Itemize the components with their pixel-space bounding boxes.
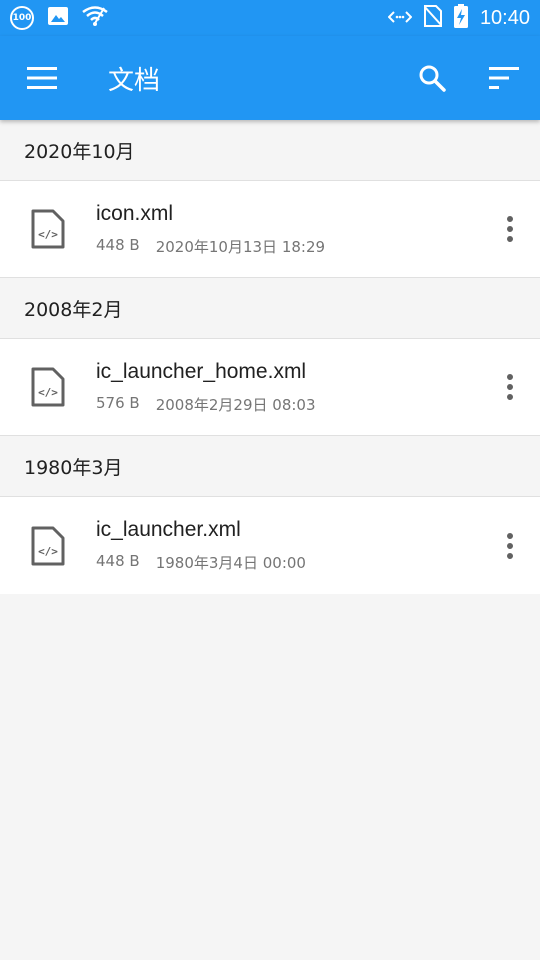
more-options-icon[interactable] — [480, 339, 540, 436]
xml-file-icon: </> — [0, 526, 96, 566]
xml-file-icon: </> — [0, 209, 96, 249]
status-bar: 100 10:40 — [0, 0, 540, 36]
file-size: 576 B — [96, 393, 140, 412]
page-title: 文档 — [108, 65, 161, 96]
file-list: 2020年10月 </> icon.xml 448 B 2020年10月13日 … — [0, 120, 540, 594]
section-header: 1980年3月 — [0, 436, 540, 497]
list-item[interactable]: </> icon.xml 448 B 2020年10月13日 18:29 — [0, 181, 540, 278]
file-size: 448 B — [96, 552, 140, 570]
file-size: 448 B — [96, 235, 140, 254]
file-date: 2020年10月13日 18:29 — [155, 237, 326, 256]
list-item[interactable]: </> ic_launcher_home.xml 576 B 2008年2月29… — [0, 339, 540, 436]
sort-icon[interactable] — [468, 36, 540, 120]
search-icon[interactable] — [396, 36, 468, 120]
status-clock: 10:40 — [479, 6, 530, 29]
menu-icon[interactable] — [0, 36, 84, 120]
xml-file-icon: </> — [0, 367, 96, 407]
more-options-icon[interactable] — [480, 497, 540, 594]
battery-charging-icon — [453, 4, 468, 32]
file-name: ic_launcher.xml — [96, 518, 241, 541]
battery-saver-badge-icon: 100 — [10, 6, 34, 30]
svg-text:</>: </> — [38, 228, 58, 241]
data-arrows-icon — [387, 9, 413, 28]
more-options-icon[interactable] — [480, 181, 540, 278]
file-name: icon.xml — [96, 201, 174, 225]
svg-text:</>: </> — [38, 386, 58, 399]
svg-text:</>: </> — [38, 545, 58, 558]
file-date: 1980年3月4日 00:00 — [155, 554, 306, 572]
section-header: 2008年2月 — [0, 278, 540, 339]
app-bar: 文档 — [0, 36, 540, 120]
no-sim-icon — [423, 5, 443, 31]
file-name: ic_launcher_home.xml — [96, 359, 307, 383]
section-header: 2020年10月 — [0, 120, 540, 181]
image-icon — [48, 7, 68, 29]
list-item[interactable]: </> ic_launcher.xml 448 B 1980年3月4日 00:0… — [0, 497, 540, 594]
wifi-icon — [82, 6, 108, 30]
file-date: 2008年2月29日 08:03 — [155, 395, 316, 414]
